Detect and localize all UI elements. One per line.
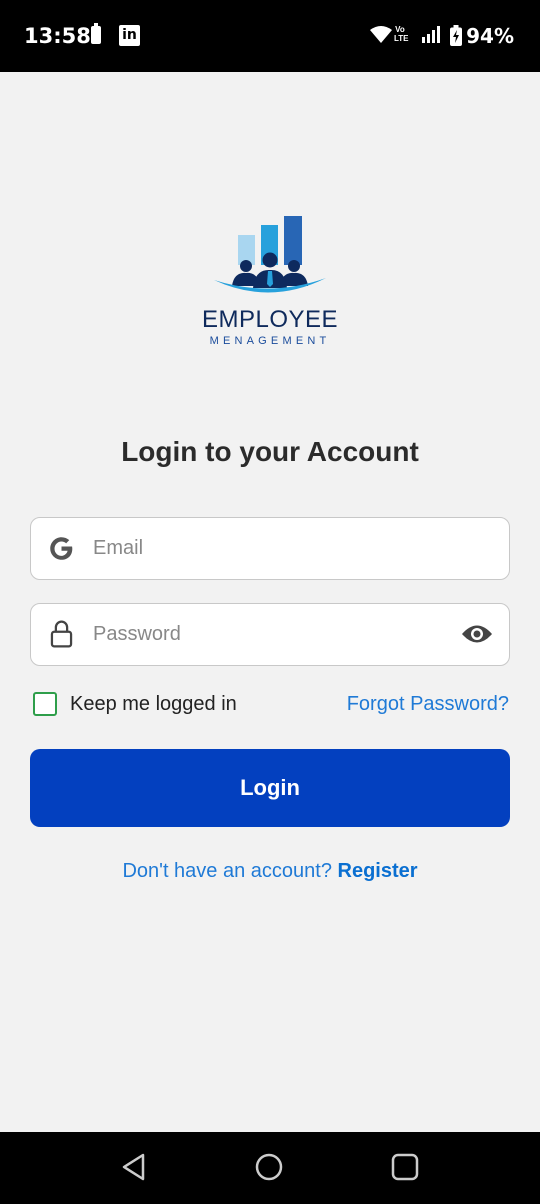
register-prompt: Don't have an account? Register <box>0 860 540 883</box>
app-logo: EMPLOYEE MENAGEMENT <box>194 210 346 360</box>
back-icon[interactable] <box>119 1152 149 1182</box>
login-button[interactable]: Login <box>30 749 510 827</box>
keep-logged-in-checkbox[interactable] <box>33 692 57 716</box>
lock-icon <box>50 620 73 648</box>
status-time: 13:58 <box>24 24 91 48</box>
register-link[interactable]: Register <box>338 860 418 882</box>
password-input[interactable] <box>93 614 453 654</box>
recents-icon[interactable] <box>390 1152 420 1182</box>
email-field[interactable] <box>30 517 510 580</box>
google-icon <box>50 537 73 560</box>
linkedin-icon: in <box>119 25 140 46</box>
signal-icon <box>422 26 440 43</box>
keep-logged-in-label[interactable]: Keep me logged in <box>70 693 237 716</box>
system-nav-bar <box>0 1132 540 1204</box>
logo-subtitle: MENAGEMENT <box>209 335 331 347</box>
logo-graphic <box>214 216 326 293</box>
wifi-icon <box>370 26 392 43</box>
register-prompt-text: Don't have an account? <box>122 860 338 882</box>
password-field[interactable] <box>30 603 510 666</box>
eye-icon[interactable] <box>461 623 493 645</box>
email-input[interactable] <box>93 528 453 568</box>
battery-percent: 94% <box>466 24 514 48</box>
home-icon[interactable] <box>254 1152 284 1182</box>
page-title: Login to your Account <box>121 436 419 467</box>
battery-charging-icon <box>450 25 462 46</box>
forgot-password-link[interactable]: Forgot Password? <box>347 693 509 716</box>
status-bar: 13:58 in Vo LTE 94% <box>0 0 540 72</box>
status-icons: Vo LTE 94% <box>254 22 514 50</box>
logo-title: EMPLOYEE <box>201 306 339 333</box>
volte-icon: Vo LTE <box>394 25 409 43</box>
battery-icon <box>91 23 101 44</box>
